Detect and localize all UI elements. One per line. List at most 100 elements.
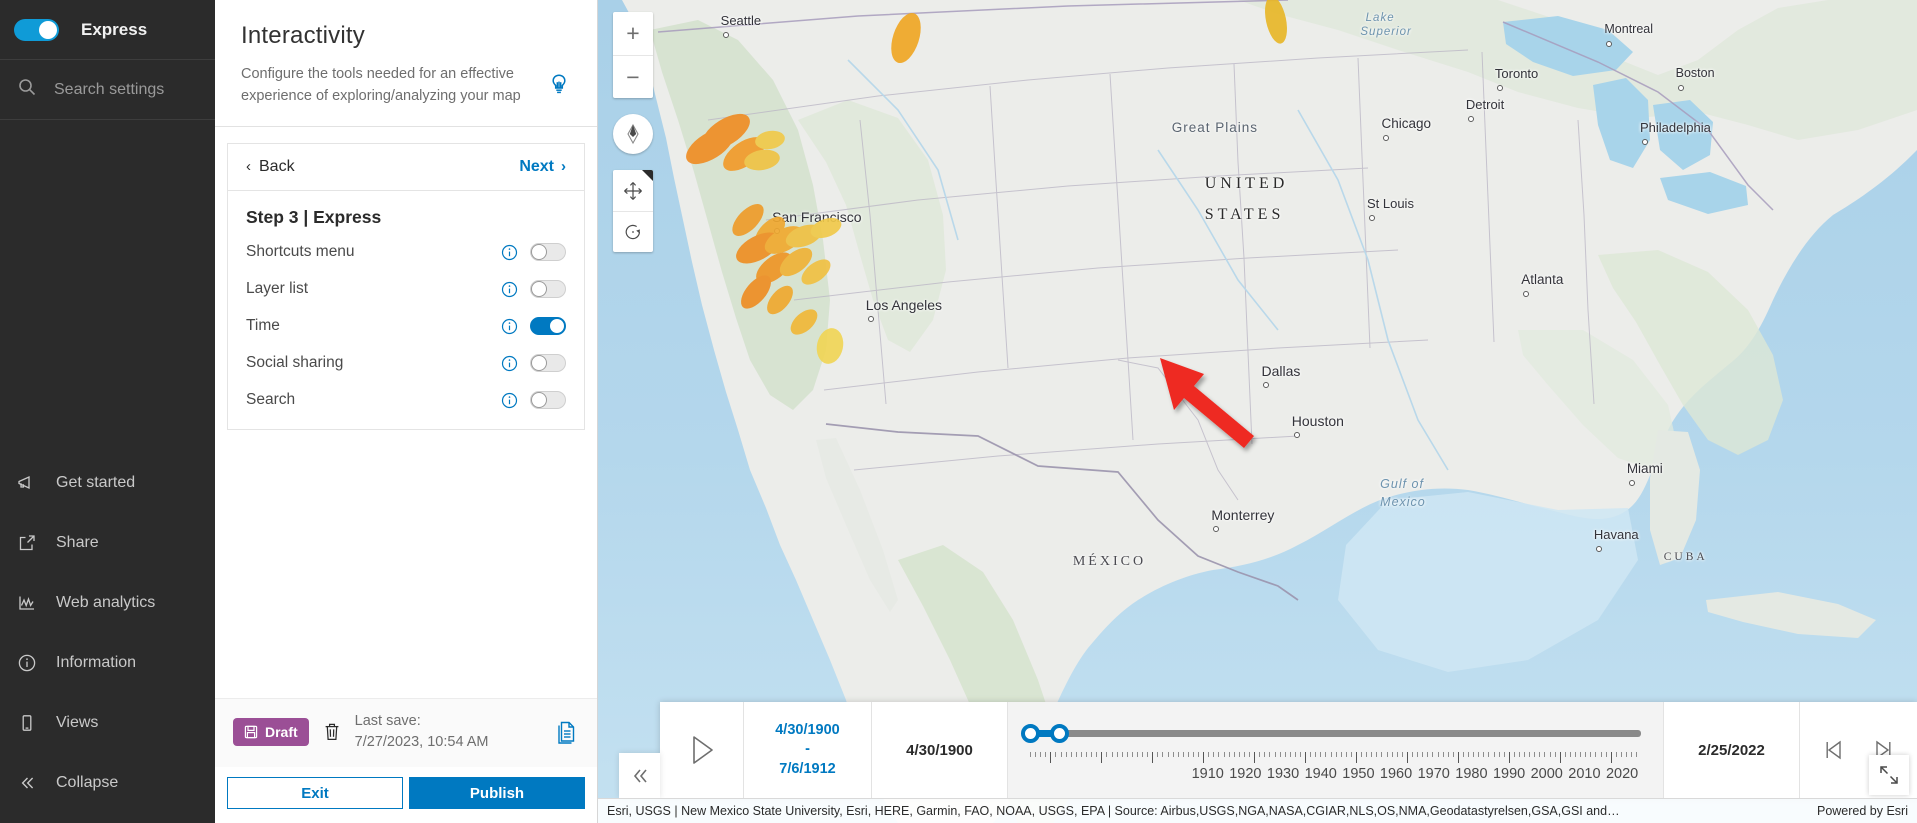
info-icon[interactable] xyxy=(501,392,518,409)
toggle-knob xyxy=(531,244,547,260)
zoom-controls: + − xyxy=(613,12,653,98)
pan-arrows-icon xyxy=(624,181,642,200)
sidebar-item-get-started[interactable]: Get started xyxy=(0,453,215,513)
lightbulb-icon[interactable] xyxy=(545,70,573,98)
option-row-shortcuts-menu: Shortcuts menu xyxy=(228,234,584,271)
back-button[interactable]: ‹ Back xyxy=(246,158,295,176)
tick-label-spacer xyxy=(1030,766,1189,782)
time-slider-track[interactable] xyxy=(1021,724,1641,743)
panel-actions: Exit Publish xyxy=(215,767,597,823)
next-label: Next xyxy=(519,157,554,175)
sidebar-item-web-analytics[interactable]: Web analytics xyxy=(0,573,215,633)
toggle-time[interactable] xyxy=(530,317,566,335)
exit-button[interactable]: Exit xyxy=(227,777,403,809)
rotate-icon xyxy=(625,224,640,240)
toggle-social-sharing[interactable] xyxy=(530,354,566,372)
panel-header: Interactivity Configure the tools needed… xyxy=(215,0,597,127)
map-city-dot xyxy=(1496,84,1503,91)
info-icon[interactable] xyxy=(501,355,518,372)
toggle-knob xyxy=(531,392,547,408)
option-label: Search xyxy=(246,391,296,408)
page-title: Interactivity xyxy=(241,22,365,49)
app-mode-title: Express xyxy=(81,19,148,39)
rotate-button[interactable] xyxy=(613,211,653,252)
map-basemap xyxy=(598,0,1917,823)
option-controls xyxy=(501,391,566,409)
time-tick-label: 1940 xyxy=(1304,766,1337,782)
zoom-out-button[interactable]: − xyxy=(613,55,653,98)
info-icon[interactable] xyxy=(501,318,518,335)
time-slider-handle-end[interactable] xyxy=(1049,724,1069,743)
option-controls xyxy=(501,280,566,298)
duplicate-icon[interactable] xyxy=(553,719,579,745)
map-city-dot xyxy=(1677,84,1684,91)
compass-button[interactable] xyxy=(613,114,653,154)
time-current-range[interactable]: 4/30/1900 - 7/6/1912 xyxy=(744,702,872,798)
panel-spacer xyxy=(215,430,597,698)
time-tick-label: 1970 xyxy=(1417,766,1450,782)
toggle-knob xyxy=(531,281,547,297)
map-city-dot xyxy=(1368,214,1375,221)
zoom-in-button[interactable]: + xyxy=(613,12,653,55)
time-range-start: 4/30/1900 xyxy=(775,721,840,738)
expand-corner-indicator[interactable] xyxy=(642,170,653,181)
time-range-dash: - xyxy=(805,741,810,758)
time-tick-label: 1950 xyxy=(1342,766,1375,782)
time-slider-track-area[interactable]: 1910 1920 1930 1940 1950 1960 1970 1980 1990 2000… xyxy=(1008,702,1663,798)
map-city-dot xyxy=(1595,545,1602,552)
map-view[interactable]: Seattle San Francisco Los Angeles Great Pla… xyxy=(598,0,1917,823)
map-city-dot xyxy=(1467,116,1474,123)
time-tick xyxy=(1636,752,1641,757)
search-settings-placeholder: Search settings xyxy=(54,80,165,98)
draft-save-button[interactable]: Draft xyxy=(233,717,309,746)
time-tick-label: 1910 xyxy=(1191,766,1224,782)
time-slider-collapse-button[interactable] xyxy=(619,753,660,798)
time-tick-label: 1930 xyxy=(1266,766,1300,782)
step-back-icon xyxy=(1826,740,1841,760)
attribution-text: Esri, USGS | New Mexico State University… xyxy=(607,804,1620,818)
map-expand-button[interactable] xyxy=(1869,755,1909,795)
option-row-time: Time xyxy=(228,308,584,345)
time-step-back-button[interactable] xyxy=(1819,735,1849,765)
expand-icon xyxy=(1880,766,1898,784)
time-play-button[interactable] xyxy=(660,702,744,798)
time-tick-label: 1990 xyxy=(1492,766,1526,782)
option-row-layer-list: Layer list xyxy=(228,271,584,308)
publish-button[interactable]: Publish xyxy=(409,777,585,809)
option-controls xyxy=(501,354,566,372)
sidebar-item-share[interactable]: Share xyxy=(0,513,215,573)
sidebar-item-views[interactable]: Views xyxy=(0,693,215,753)
map-city-dot xyxy=(722,32,729,39)
info-icon[interactable] xyxy=(501,244,518,261)
map-city-dot xyxy=(1523,290,1530,297)
info-icon[interactable] xyxy=(501,281,518,298)
toggle-layer-list[interactable] xyxy=(530,280,566,298)
option-row-search: Search xyxy=(228,382,584,419)
time-range-end: 7/6/1912 xyxy=(779,760,836,777)
sidebar-item-label: Share xyxy=(56,534,99,551)
sidebar-item-information[interactable]: Information xyxy=(0,633,215,693)
left-navigation-rail: Express Search settings Get started Shar… xyxy=(0,0,215,823)
toggle-search[interactable] xyxy=(530,391,566,409)
time-slider-widget: 4/30/1900 - 7/6/1912 4/30/1900 1910 1920 1… xyxy=(619,702,1917,798)
sidebar-item-collapse[interactable]: Collapse xyxy=(0,753,215,813)
option-controls xyxy=(501,243,566,261)
sidebar-item-label: Views xyxy=(56,714,99,731)
double-chevron-left-icon xyxy=(16,772,38,794)
time-tick-label: 1960 xyxy=(1379,766,1413,782)
application-root: Express Search settings Get started Shar… xyxy=(0,0,1917,823)
save-disk-icon xyxy=(244,725,258,739)
toggle-shortcuts-menu[interactable] xyxy=(530,243,566,261)
delete-icon[interactable] xyxy=(323,722,341,742)
sidebar-item-label: Web analytics xyxy=(56,594,156,611)
next-button[interactable]: Next › xyxy=(519,158,566,176)
search-icon xyxy=(18,78,36,101)
step-title: Step 3 | Express xyxy=(246,206,382,227)
last-save-text: Last save: 7/27/2023, 10:54 AM xyxy=(355,711,539,753)
play-icon xyxy=(692,736,713,764)
draft-label: Draft xyxy=(265,723,298,740)
time-slider-handle-start[interactable] xyxy=(1021,724,1040,743)
search-settings-input[interactable]: Search settings xyxy=(0,60,215,120)
toggle-knob xyxy=(549,318,565,334)
express-mode-toggle[interactable] xyxy=(14,18,59,41)
